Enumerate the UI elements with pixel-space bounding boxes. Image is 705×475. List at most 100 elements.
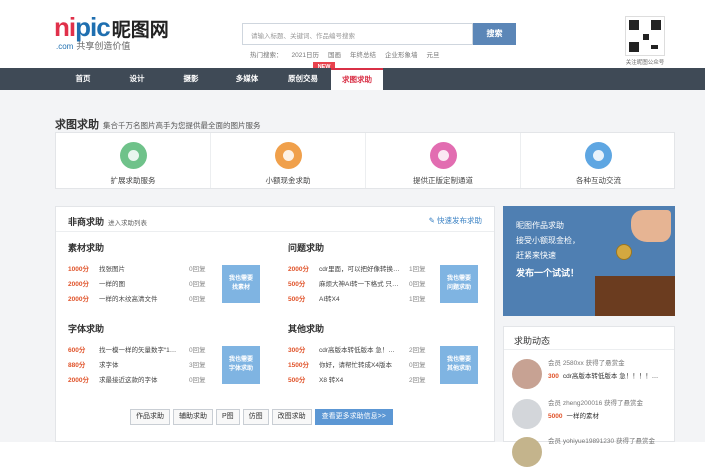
avatar <box>512 359 542 389</box>
item-text: 找张图片 <box>99 266 125 273</box>
promo-banner[interactable]: 昵图作品求助 接受小额现金检， 赶紧来快速 发布一个试试！ <box>503 206 675 316</box>
points: 2000分 <box>68 281 89 288</box>
coin-icon <box>616 244 632 260</box>
edit-icon: ✎ <box>428 216 435 225</box>
item-text: 你好，请帮忙转成X4版本 <box>319 362 392 369</box>
activity-item[interactable]: 会员 yohiyue19891230 获得了悬赏金 <box>512 435 672 475</box>
main-nav: 首页 设计 摄影 多媒体 原创交易 求图求助 <box>0 68 705 90</box>
publish-help-link[interactable]: ✎ 快速发布求助 <box>429 215 482 226</box>
main-content: 求图求助 集合千万名图片高手为您提供最全面的图片服务 扩展求助服务 小额现金求助 … <box>0 90 705 467</box>
points: 300 <box>548 373 559 380</box>
reply-count: 0回复 <box>189 377 206 384</box>
section-title: 求图求助 <box>55 119 99 131</box>
search-button[interactable]: 搜索 <box>473 23 516 45</box>
points: 300分 <box>288 347 306 354</box>
item-text: X8 转X4 <box>319 377 344 384</box>
button-line: 我也需要 <box>446 357 471 363</box>
qr-code: 关注昵图公众号 <box>621 16 669 74</box>
need-other-button[interactable]: 我也需要 其他求助 <box>440 346 478 384</box>
hot-item[interactable]: 年终总结 <box>350 52 376 59</box>
user-role: 会员 <box>548 360 561 367</box>
chat-bubble-icon <box>585 142 612 169</box>
activity-action: 获得了悬赏金 <box>585 360 625 367</box>
points: 500分 <box>288 296 306 303</box>
reply-count: 1回复 <box>409 296 426 303</box>
tab-aux-help[interactable]: 辅助求助 <box>173 409 213 425</box>
nav-home[interactable]: 首页 <box>55 68 111 90</box>
activity-text: 一样的素材 <box>566 413 599 420</box>
nav-help[interactable]: 求图求助 <box>331 68 383 90</box>
points: 1000分 <box>68 266 89 273</box>
activity-line: 会员 2580xx 获得了悬赏金 <box>548 357 625 367</box>
nav-photo[interactable]: 摄影 <box>163 68 219 90</box>
points: 2000分 <box>68 296 89 303</box>
help-panel: 非商求助 进入求助列表 ✎ 快速发布求助 素材求助 1000分 找张图片 0回复 20… <box>55 206 495 442</box>
tab-copy-image[interactable]: 仿图 <box>242 409 269 425</box>
item-text: 求最接近这款的字体 <box>99 377 158 384</box>
tab-edit-help[interactable]: 改图求助 <box>271 409 312 425</box>
points: 2000分 <box>68 377 89 384</box>
category-title: 字体求助 <box>68 324 105 334</box>
panel-header: 非商求助 进入求助列表 <box>68 215 147 228</box>
reply-count: 0回复 <box>189 281 206 288</box>
button-line: 我也需要 <box>446 276 471 282</box>
search-input[interactable]: 请输入标题、关键词、作品编号搜索 <box>242 23 473 45</box>
site-logo[interactable]: nipic 昵图网 .com 共享创造价值 <box>54 12 169 51</box>
divider <box>56 231 494 232</box>
service-label: 扩展求助服务 <box>110 176 156 185</box>
header: nipic 昵图网 .com 共享创造价值 请输入标题、关键词、作品编号搜索 搜索 … <box>0 0 705 68</box>
activity-line: 会员 yohiyue19891230 获得了悬赏金 <box>548 435 655 445</box>
service-label: 提供正版定制通道 <box>413 176 473 185</box>
banner-line: 接受小额现金检， <box>516 236 580 245</box>
button-line: 找素材 <box>231 285 250 291</box>
user-name: 2580xx <box>562 360 584 367</box>
panel-subtitle[interactable]: 进入求助列表 <box>108 220 147 227</box>
button-line: 其他求助 <box>446 366 471 372</box>
hot-item[interactable]: 企业形象墙 <box>385 52 418 59</box>
activity-title: 求助动态 <box>514 336 551 346</box>
item-text: 一样的木纹高清文件 <box>99 296 158 303</box>
category-title: 素材求助 <box>68 243 105 253</box>
item-text: AI转X4 <box>319 296 340 303</box>
more-help-button[interactable]: 查看更多求助信息>> <box>314 409 393 425</box>
service-item[interactable]: 各种互动交流 <box>521 133 676 188</box>
help-activity: 求助动态 会员 2580xx 获得了悬赏金 300 cdr高版本转低版本 急！！！… <box>503 326 675 467</box>
activity-item[interactable]: 会员 2580xx 获得了悬赏金 300 cdr高版本转低版本 急！！！！… <box>512 357 672 397</box>
service-item[interactable]: 扩展求助服务 <box>56 133 211 188</box>
activity-text: cdr高版本转低版本 急！！！！… <box>562 373 659 380</box>
hot-item[interactable]: 2021日历 <box>292 52 319 59</box>
banner-line: 昵图作品求助 <box>516 221 564 230</box>
points: 500分 <box>288 377 306 384</box>
wood-block-image <box>595 276 675 316</box>
reply-count: 0回复 <box>189 347 206 354</box>
need-font-button[interactable]: 我也需要 字体求助 <box>222 346 260 384</box>
item-text: cdr里面，可以把好像转换… <box>319 266 400 273</box>
nav-design[interactable]: 设计 <box>111 68 163 90</box>
hot-item[interactable]: 国画 <box>328 52 341 59</box>
item-text: 麻烦大神AI转一下格式 只… <box>319 281 399 288</box>
search-placeholder: 请输入标题、关键词、作品编号搜索 <box>251 33 355 40</box>
service-item[interactable]: 小额现金求助 <box>211 133 366 188</box>
category-title: 其他求助 <box>288 324 325 334</box>
heart-plus-icon <box>119 142 147 169</box>
qr-code-icon <box>625 16 665 56</box>
logo-text-pic: pic <box>75 12 111 42</box>
tab-work-help[interactable]: 作品求助 <box>130 409 170 425</box>
need-question-button[interactable]: 我也需要 问题求助 <box>440 265 478 303</box>
points: 500分 <box>288 281 306 288</box>
banner-line: 发布一个试试！ <box>516 268 580 278</box>
nav-multimedia[interactable]: 多媒体 <box>219 68 275 90</box>
hot-label: 热门搜索： <box>250 52 283 59</box>
hot-item[interactable]: 元旦 <box>426 52 439 59</box>
service-item[interactable]: 提供正版定制通道 <box>366 133 521 188</box>
tab-p-image[interactable]: P图 <box>216 409 240 425</box>
item-text: 一样的图 <box>99 281 125 288</box>
nav-original-trade[interactable]: 原创交易 <box>275 68 331 90</box>
points: 600分 <box>68 347 86 354</box>
need-material-button[interactable]: 我也需要 找素材 <box>222 265 260 303</box>
publish-label: 快速发布求助 <box>437 216 482 225</box>
button-line: 问题求助 <box>446 285 471 291</box>
activity-item[interactable]: 会员 zheng200016 获得了悬赏金 5000 一样的素材 <box>512 397 672 437</box>
service-bar: 扩展求助服务 小额现金求助 提供正版定制通道 各种互动交流 <box>55 132 675 189</box>
money-bag-icon <box>274 142 302 169</box>
